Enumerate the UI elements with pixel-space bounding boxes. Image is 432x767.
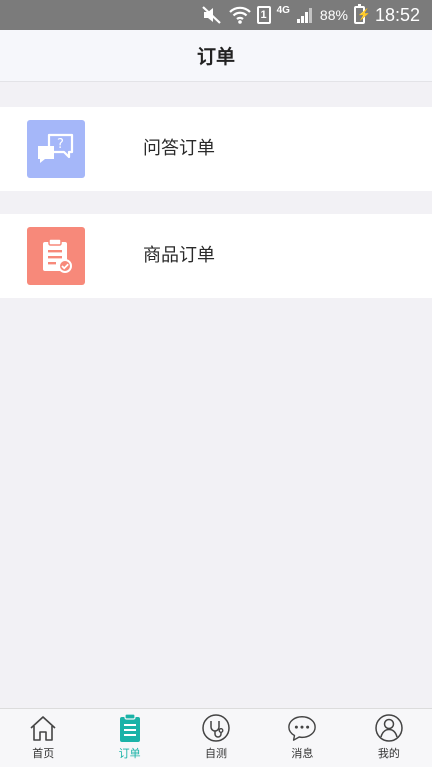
svg-text:?: ? (57, 137, 64, 152)
bottom-tab-bar: 首页 订单 自测 消息 我的 (0, 708, 432, 767)
battery-charging-icon: ⚡ (353, 4, 371, 24)
clipboard-check-icon (27, 227, 85, 285)
tab-label: 自测 (205, 747, 228, 760)
sim-icon: 1 (256, 6, 271, 24)
tab-label: 消息 (291, 747, 314, 760)
tab-messages[interactable]: 消息 (259, 709, 345, 767)
clock: 18:52 (374, 4, 420, 25)
network-type: 4G (276, 4, 290, 16)
tab-self-test[interactable]: 自测 (173, 709, 259, 767)
wifi-icon (228, 5, 251, 25)
navigation-header: 订单 (0, 30, 432, 82)
order-clipboard-icon (115, 713, 145, 743)
goods-orders-label: 商品订单 (143, 245, 215, 266)
battery-percent: 88% (319, 7, 348, 23)
message-bubble-icon (287, 713, 317, 743)
tab-orders[interactable]: 订单 (86, 709, 172, 767)
mute-icon (201, 5, 223, 25)
qa-chat-icon: ? (27, 120, 85, 178)
status-bar: 1 4G 88% ⚡ 18:52 (0, 0, 432, 30)
tab-mine[interactable]: 我的 (346, 709, 432, 767)
qa-orders-label: 问答订单 (143, 138, 215, 159)
stethoscope-icon (201, 713, 231, 743)
goods-orders-row[interactable]: 商品订单 (0, 214, 432, 298)
signal-icon (296, 6, 314, 24)
home-icon (28, 713, 58, 743)
qa-orders-row[interactable]: ? 问答订单 (0, 107, 432, 191)
tab-label: 订单 (118, 747, 141, 760)
tab-label: 首页 (32, 747, 55, 760)
user-icon (374, 713, 404, 743)
tab-label: 我的 (377, 747, 400, 760)
page-title: 订单 (196, 46, 235, 68)
tab-home[interactable]: 首页 (0, 709, 86, 767)
